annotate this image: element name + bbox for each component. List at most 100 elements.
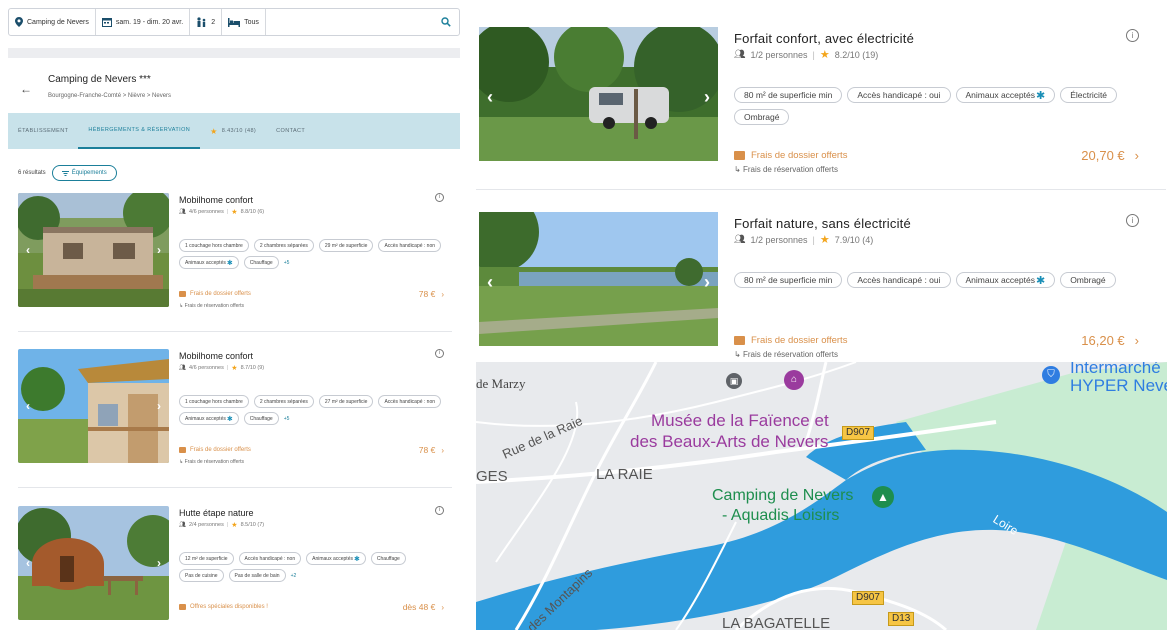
map-label-musee-line1[interactable]: Musée de la Faïence et xyxy=(651,411,829,431)
tab-contact[interactable]: CONTACT xyxy=(266,113,315,149)
map-label-intermarche-line2[interactable]: HYPER Neve xyxy=(1070,376,1167,396)
offer-text: Frais de dossier offerts xyxy=(190,447,251,453)
chevron-right-icon: › xyxy=(441,445,444,455)
previous-photo-icon[interactable]: ‹ xyxy=(26,399,30,413)
listing-photo[interactable]: ‹ › xyxy=(18,506,169,620)
next-photo-icon[interactable]: › xyxy=(704,87,710,108)
listing-photo[interactable]: ‹ › xyxy=(18,349,169,463)
next-photo-icon[interactable]: › xyxy=(704,272,710,293)
feature-chip: 29 m² de superficie xyxy=(318,239,374,252)
back-arrow-icon[interactable]: ← xyxy=(20,82,32,96)
offer-text: Frais de dossier offerts xyxy=(190,291,251,297)
offer-banner: Frais de dossier offerts xyxy=(179,291,251,297)
paw-icon: ✱ xyxy=(226,259,233,267)
previous-photo-icon[interactable]: ‹ xyxy=(26,243,30,257)
chevron-right-icon: › xyxy=(441,289,444,299)
star-icon: ★ xyxy=(231,522,238,529)
location-pin-icon xyxy=(15,17,23,27)
feature-chip: Ombragé xyxy=(734,109,790,125)
search-guests[interactable]: 2 xyxy=(190,9,223,35)
listing-persons: 4/6 personnes xyxy=(188,209,224,215)
pitch-persons: 1/2 personnes xyxy=(750,49,808,60)
card-divider xyxy=(18,331,452,332)
listing-rating: 8.5/10 (7) xyxy=(240,522,265,528)
pitch-title[interactable]: Forfait nature, sans électricité xyxy=(734,216,911,231)
listing-card[interactable]: ‹ › Hutte étape nature 👥︎ 2/4 personnes … xyxy=(18,506,452,630)
search-bar: Camping de Nevers sam. 19 - dim. 20 avr.… xyxy=(8,8,460,36)
pitch-title[interactable]: Forfait confort, avec électricité xyxy=(734,31,914,46)
previous-photo-icon[interactable]: ‹ xyxy=(26,556,30,570)
listing-title[interactable]: Hutte étape nature xyxy=(179,508,254,518)
transit-icon[interactable]: ▣ xyxy=(726,373,742,389)
feature-chip: 12 m² de superficie xyxy=(179,552,234,565)
pitch-price[interactable]: 20,70 € › xyxy=(1081,148,1139,163)
pitch-card[interactable]: ‹ › Forfait nature, sans électricité 👥︎ … xyxy=(479,212,1159,362)
equipment-filter-button[interactable]: Équipements xyxy=(51,165,117,181)
road-badge-d907: D907 xyxy=(842,426,874,440)
feature-chip-label: Animaux acceptés xyxy=(185,259,226,266)
pitch-features: 80 m² de superficie min Accès handicapé … xyxy=(734,272,1154,288)
tab-etablissement[interactable]: ÉTABLISSEMENT xyxy=(8,113,78,149)
previous-photo-icon[interactable]: ‹ xyxy=(487,272,493,293)
listing-title[interactable]: Mobilhome confort xyxy=(179,195,253,205)
info-icon[interactable]: i xyxy=(435,193,444,202)
next-photo-icon[interactable]: › xyxy=(157,243,161,257)
listing-price[interactable]: 78 € › xyxy=(419,289,444,299)
info-icon[interactable]: i xyxy=(435,506,444,515)
shopping-cart-icon[interactable]: ⛉ xyxy=(1042,366,1060,384)
reservation-note: ↳ Frais de réservation offerts xyxy=(734,350,838,359)
filter-icon xyxy=(61,170,69,176)
price-value: 78 € xyxy=(418,289,436,299)
tab-bar: ÉTABLISSEMENT HÉBERGEMENTS & RÉSERVATION… xyxy=(8,113,460,149)
more-features-link[interactable]: +5 xyxy=(284,412,290,425)
next-photo-icon[interactable]: › xyxy=(157,399,161,413)
search-dates-value: sam. 19 - dim. 20 avr. xyxy=(115,18,184,26)
map-label-camping-line1[interactable]: Camping de Nevers xyxy=(712,487,853,505)
pitch-price[interactable]: 16,20 € › xyxy=(1081,333,1139,348)
tab-rating[interactable]: ★ 8.43/10 (48) xyxy=(200,113,266,149)
map-view[interactable]: de Marzy ▣ ⌂ Musée de la Faïence et des … xyxy=(476,362,1167,630)
listing-price[interactable]: dès 48 € › xyxy=(403,602,444,612)
price-value: 20,70 € xyxy=(1081,148,1125,163)
map-label-marzy: de Marzy xyxy=(476,376,526,391)
info-icon[interactable]: i xyxy=(1126,29,1139,42)
listing-card[interactable]: ‹ › Mobilhome confort 👥︎ 4/6 personnes |… xyxy=(18,349,452,489)
search-dates[interactable]: sam. 19 - dim. 20 avr. xyxy=(96,9,191,35)
feature-chip: Pas de salle de bain xyxy=(228,569,286,582)
search-button[interactable] xyxy=(433,9,459,35)
pitch-photo[interactable]: ‹ › xyxy=(479,212,718,346)
search-location[interactable]: Camping de Nevers xyxy=(9,9,96,35)
feature-chip-pets: Animaux acceptés ✱ xyxy=(179,256,239,269)
museum-pin-icon[interactable]: ⌂ xyxy=(784,370,804,390)
offer-banner: Frais de dossier offerts xyxy=(734,335,847,346)
map-label-camping-line2[interactable]: - Aquadis Loisirs xyxy=(722,507,839,525)
star-icon: ★ xyxy=(231,365,238,372)
more-features-link[interactable]: +5 xyxy=(284,256,290,269)
tab-hebergements[interactable]: HÉBERGEMENTS & RÉSERVATION xyxy=(78,113,201,149)
search-type-value: Tous xyxy=(244,18,259,26)
listing-card[interactable]: ‹ › Mobilhome confort 👥︎ 4/6 personnes |… xyxy=(18,193,452,333)
pitch-card[interactable]: ‹ › Forfait confort, avec électricité 👥︎… xyxy=(479,27,1159,192)
search-type[interactable]: Tous xyxy=(222,9,266,35)
listing-photo[interactable]: ‹ › xyxy=(18,193,169,307)
more-features-link[interactable]: +2 xyxy=(291,569,297,582)
info-icon[interactable]: i xyxy=(1126,214,1139,227)
card-divider xyxy=(18,487,452,488)
next-photo-icon[interactable]: › xyxy=(157,556,161,570)
map-label-musee-line2[interactable]: des Beaux-Arts de Nevers xyxy=(630,432,828,452)
people-icon: 👥︎ xyxy=(734,234,746,244)
tab-hebergements-label: HÉBERGEMENTS & RÉSERVATION xyxy=(88,127,191,133)
paw-icon: ✱ xyxy=(226,415,233,423)
listing-title[interactable]: Mobilhome confort xyxy=(179,351,253,361)
camping-pin-icon[interactable]: ▲ xyxy=(872,486,894,508)
info-icon[interactable]: i xyxy=(435,349,444,358)
gift-icon xyxy=(179,447,186,453)
pitch-photo[interactable]: ‹ › xyxy=(479,27,718,161)
feature-chip-label: Animaux acceptés xyxy=(185,415,226,422)
listing-price[interactable]: 78 € › xyxy=(419,445,444,455)
chevron-right-icon: › xyxy=(1134,333,1139,348)
search-location-value: Camping de Nevers xyxy=(27,18,89,26)
previous-photo-icon[interactable]: ‹ xyxy=(487,87,493,108)
listing-rating: 8.7/10 (9) xyxy=(240,365,265,371)
offer-text: Frais de dossier offerts xyxy=(751,150,848,161)
